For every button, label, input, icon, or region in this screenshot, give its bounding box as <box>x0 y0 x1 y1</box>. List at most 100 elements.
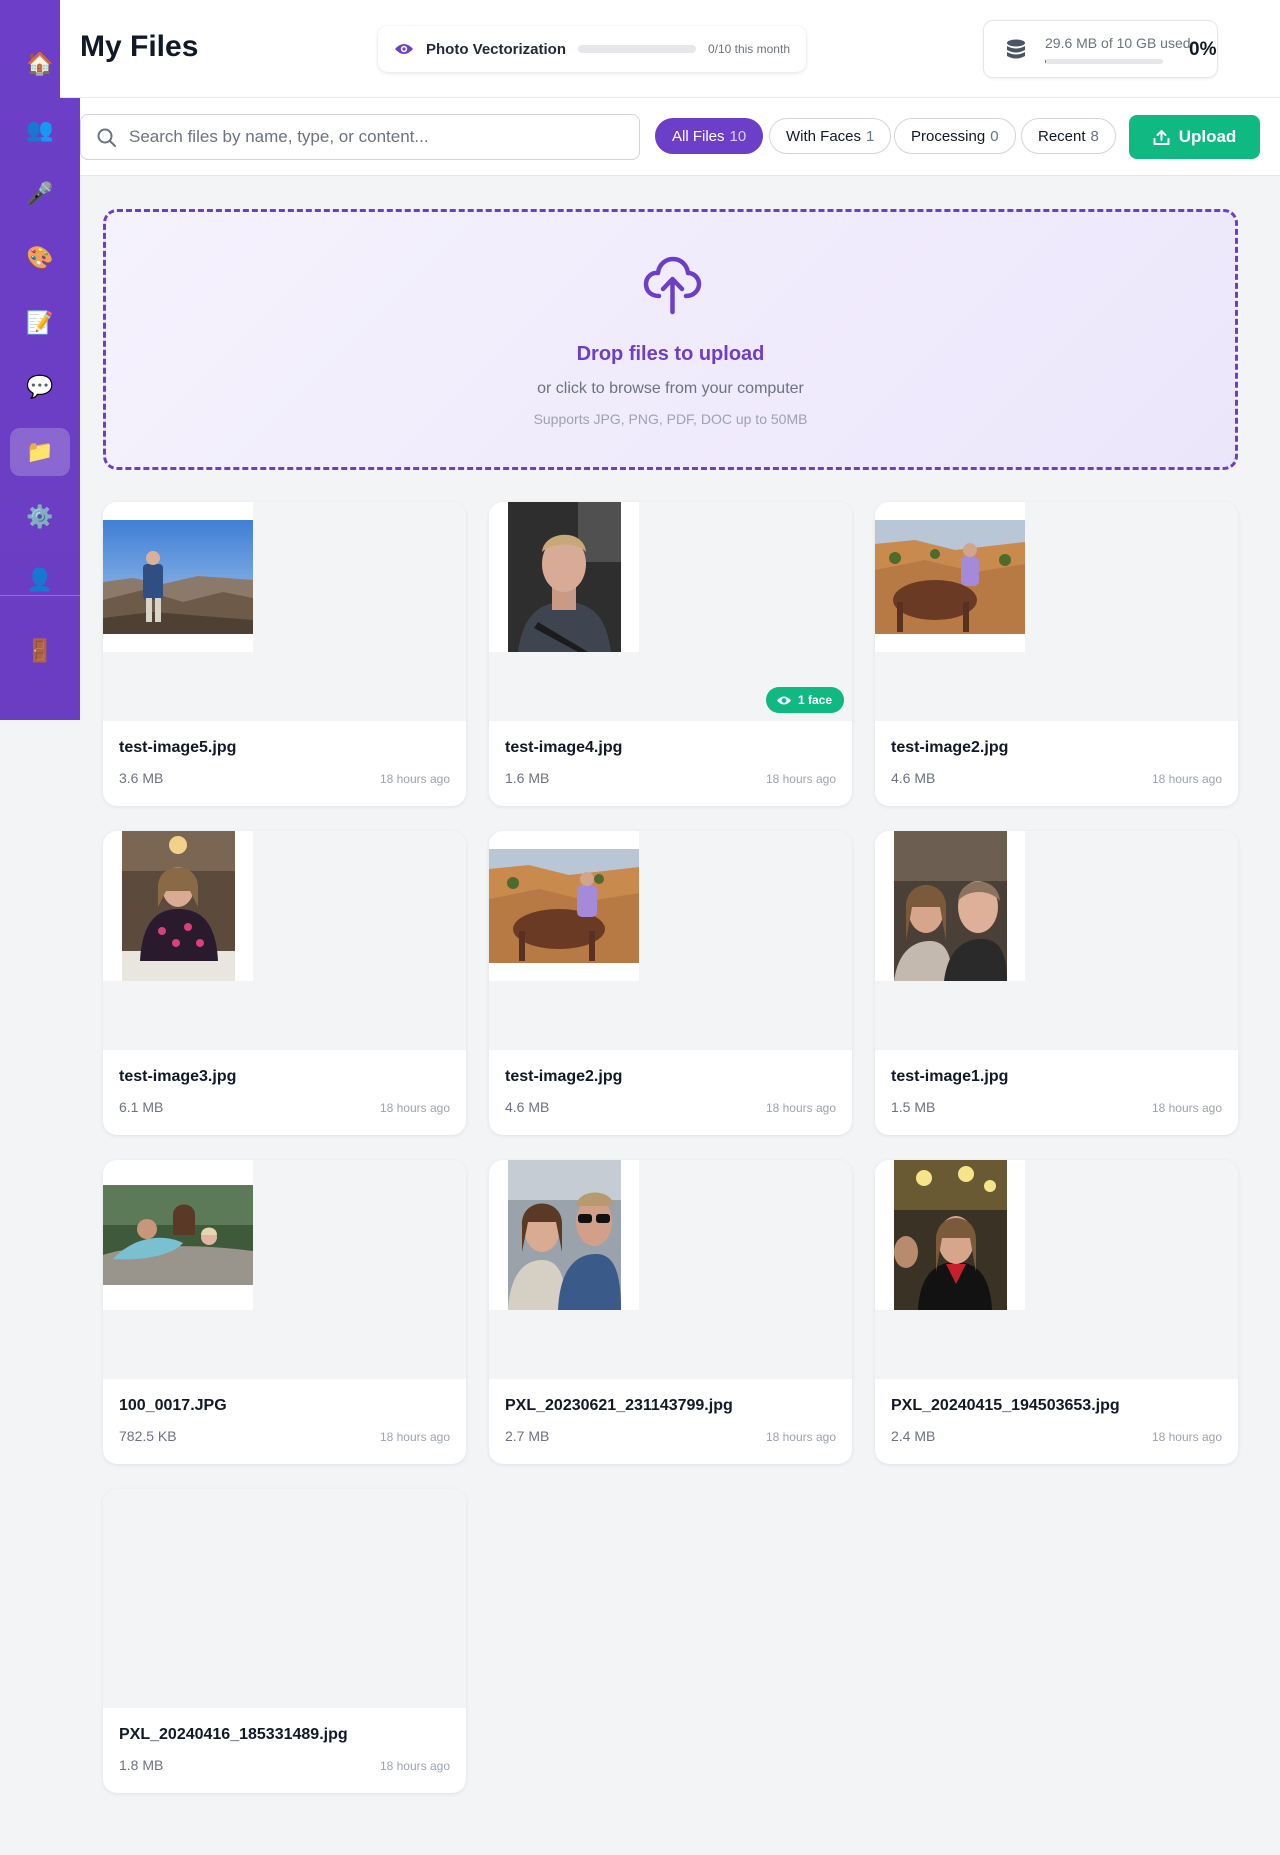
file-thumbnail <box>875 502 1025 652</box>
filter-count: 10 <box>729 127 747 145</box>
storage-text: 29.6 MB of 10 GB used <box>1045 35 1191 51</box>
database-icon <box>1007 39 1025 59</box>
file-thumbnail <box>489 502 639 652</box>
file-preview <box>875 1160 1238 1379</box>
file-card[interactable]: test-image2.jpg 4.6 MB 18 hours ago <box>875 502 1238 806</box>
file-card[interactable]: PXL_20240416_185331489.jpg 1.8 MB 18 hou… <box>103 1489 466 1793</box>
header: My Files Photo Vectorization 0/10 this m… <box>60 0 1280 98</box>
filter-with-faces[interactable]: With Faces 1 <box>769 118 892 154</box>
file-time: 18 hours ago <box>765 1430 836 1444</box>
file-preview <box>875 502 1238 721</box>
file-size: 4.6 MB <box>891 770 936 786</box>
file-thumbnail <box>103 502 253 652</box>
file-card[interactable]: 100_0017.JPG 782.5 KB 18 hours ago <box>103 1160 466 1464</box>
upload-label: Upload <box>1178 127 1237 146</box>
file-time: 18 hours ago <box>1151 1430 1222 1444</box>
sidebar-item-settings[interactable]: ⚙️ <box>10 493 70 541</box>
filter-label: Processing <box>911 127 986 145</box>
cloud-upload-icon <box>643 256 702 315</box>
dropzone-title: Drop files to upload <box>576 343 765 365</box>
gear-icon: ⚙️ <box>26 504 54 529</box>
eye-icon <box>394 39 414 59</box>
file-card[interactable]: PXL_20240415_194503653.jpg 2.4 MB 18 hou… <box>875 1160 1238 1464</box>
file-name: test-image2.jpg <box>891 739 1009 756</box>
file-card[interactable]: test-image1.jpg 1.5 MB 18 hours ago <box>875 831 1238 1135</box>
eye-icon <box>776 696 791 704</box>
file-thumbnail <box>489 1160 639 1310</box>
home-icon: 🏠 <box>26 51 54 76</box>
file-thumbnail <box>103 1160 253 1310</box>
microphone-icon: 🎤 <box>26 181 54 206</box>
sidebar-item-people[interactable]: 👥 <box>10 106 70 154</box>
memo-icon: 📝 <box>26 310 54 335</box>
file-time: 18 hours ago <box>1151 1101 1222 1115</box>
file-size: 2.7 MB <box>505 1428 550 1444</box>
file-size: 1.5 MB <box>891 1099 936 1115</box>
filter-count: 0 <box>990 127 999 145</box>
file-thumbnail <box>875 831 1025 981</box>
sidebar-item-notes[interactable]: 📝 <box>10 299 70 347</box>
sidebar: 🏠 👥 🎤 🎨 📝 💬 📁 ⚙️ 👤 🚪 <box>0 0 80 720</box>
sidebar-item-art[interactable]: 🎨 <box>10 234 70 282</box>
file-time: 18 hours ago <box>379 1430 450 1444</box>
file-size: 6.1 MB <box>119 1099 164 1115</box>
palette-icon: 🎨 <box>26 245 54 270</box>
sidebar-item-files[interactable]: 📁 <box>10 428 70 476</box>
filter-all-files[interactable]: All Files 10 <box>655 118 764 154</box>
file-name: PXL_20240415_194503653.jpg <box>891 1397 1120 1414</box>
search-icon <box>97 128 116 147</box>
file-name: PXL_20230621_231143799.jpg <box>505 1397 733 1414</box>
file-name: test-image3.jpg <box>119 1068 237 1085</box>
file-preview <box>103 1489 466 1708</box>
toolbar: All Files10 With Faces1 Processing0 Rece… <box>80 98 1280 176</box>
file-time: 18 hours ago <box>765 772 836 786</box>
file-name: test-image1.jpg <box>891 1068 1009 1085</box>
file-size: 4.6 MB <box>505 1099 550 1115</box>
quota-label: Photo Vectorization <box>426 40 567 58</box>
sidebar-item-profile[interactable]: 👤 <box>10 556 70 604</box>
file-time: 18 hours ago <box>379 1759 450 1773</box>
folder-icon: 📁 <box>26 439 54 464</box>
file-size: 782.5 KB <box>119 1428 177 1444</box>
search-box <box>80 114 640 160</box>
people-icon: 👥 <box>26 117 54 142</box>
file-preview <box>103 502 466 721</box>
file-size: 1.8 MB <box>119 1757 164 1773</box>
file-card[interactable]: test-image3.jpg 6.1 MB 18 hours ago <box>103 831 466 1135</box>
file-card[interactable]: 1 face test-image4.jpg 1.6 MB 18 hours a… <box>489 502 852 806</box>
file-time: 18 hours ago <box>379 772 450 786</box>
dropzone-subtitle: or click to browse from your computer <box>537 380 804 397</box>
file-time: 18 hours ago <box>765 1101 836 1115</box>
page-title: My Files <box>80 30 199 63</box>
sidebar-item-voice[interactable]: 🎤 <box>10 170 70 218</box>
file-size: 1.6 MB <box>505 770 550 786</box>
upload-button[interactable]: Upload <box>1129 115 1260 159</box>
file-size: 3.6 MB <box>119 770 164 786</box>
faces-badge-label: 1 face <box>797 693 832 707</box>
file-card[interactable]: PXL_20230621_231143799.jpg 2.7 MB 18 hou… <box>489 1160 852 1464</box>
sidebar-item-logout[interactable]: 🚪 <box>10 627 70 675</box>
search-input[interactable] <box>129 115 629 159</box>
file-thumbnail <box>103 831 253 981</box>
file-card[interactable]: test-image2.jpg 4.6 MB 18 hours ago <box>489 831 852 1135</box>
filter-processing[interactable]: Processing 0 <box>894 118 1016 154</box>
file-preview <box>103 831 466 1050</box>
file-card[interactable]: test-image5.jpg 3.6 MB 18 hours ago <box>103 502 466 806</box>
filter-count: 1 <box>866 127 875 145</box>
filter-label: Recent <box>1038 127 1086 145</box>
file-thumbnail <box>489 831 639 981</box>
filter-recent[interactable]: Recent 8 <box>1021 118 1116 154</box>
sidebar-item-chat[interactable]: 💬 <box>10 363 70 411</box>
chat-icon: 💬 <box>26 374 54 399</box>
file-preview <box>103 1160 466 1379</box>
file-time: 18 hours ago <box>379 1101 450 1115</box>
upload-dropzone[interactable]: Drop files to upload or click to browse … <box>103 209 1238 470</box>
file-preview: 1 face <box>489 502 852 721</box>
filter-label: With Faces <box>786 127 862 145</box>
file-name: test-image4.jpg <box>505 739 623 756</box>
file-name: test-image2.jpg <box>505 1068 623 1085</box>
storage-percent: 0% <box>1189 39 1217 60</box>
filter-count: 8 <box>1090 127 1099 145</box>
vectorization-quota: Photo Vectorization 0/10 this month <box>378 26 806 72</box>
file-size: 2.4 MB <box>891 1428 936 1444</box>
